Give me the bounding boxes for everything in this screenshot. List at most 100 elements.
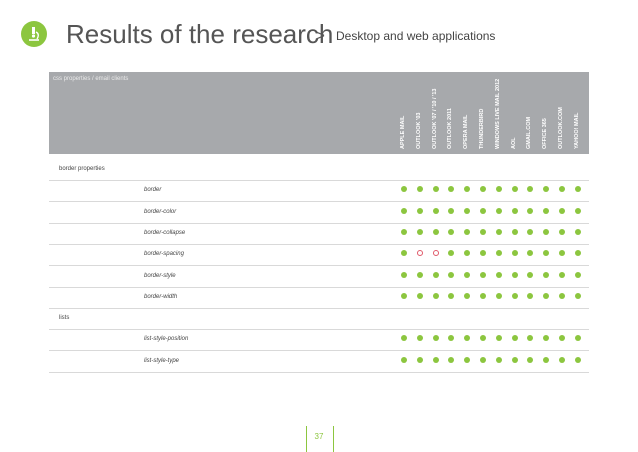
supported-dot xyxy=(574,335,581,342)
column-header: WINDOWS LIVE MAIL 2012 xyxy=(492,72,504,152)
supported-dot xyxy=(511,292,518,299)
property-label: border-width xyxy=(144,293,178,300)
property-label: border-collapse xyxy=(144,229,186,236)
supported-dot xyxy=(511,356,518,363)
supported-dot xyxy=(559,271,565,278)
partial-support-dot xyxy=(416,250,423,257)
supported-dot xyxy=(480,228,486,235)
supported-dot xyxy=(416,186,423,193)
supported-dot xyxy=(448,186,455,193)
group-row: border properties xyxy=(49,158,589,181)
supported-dot xyxy=(416,292,423,299)
supported-dot xyxy=(543,271,550,278)
supported-dot xyxy=(559,250,565,257)
supported-dot xyxy=(464,228,471,235)
table-row: border-collapse xyxy=(49,222,589,245)
supported-dot xyxy=(480,356,486,363)
supported-dot xyxy=(574,207,581,214)
supported-dot xyxy=(574,292,581,299)
group-label: border properties xyxy=(59,166,105,172)
supported-dot xyxy=(480,186,486,193)
supported-dot xyxy=(448,250,455,257)
table-row: border-style xyxy=(49,265,589,288)
column-header: OPERA MAIL xyxy=(460,72,472,152)
supported-dot xyxy=(448,356,455,363)
property-label: border xyxy=(144,187,162,194)
supported-dot xyxy=(401,250,407,257)
supported-dot xyxy=(480,335,486,342)
table-row: border xyxy=(49,179,589,203)
supported-dot xyxy=(401,207,407,214)
supported-dot xyxy=(574,271,581,278)
column-header-label: OUTLOOK.COM xyxy=(558,107,564,149)
supported-dot xyxy=(574,228,581,235)
column-header: OUTLOOK 2011 xyxy=(444,72,456,152)
column-header: OUTLOOK.COM xyxy=(555,72,567,152)
column-header: APPLE MAIL xyxy=(397,72,409,152)
supported-dot xyxy=(559,356,565,363)
supported-dot xyxy=(527,186,534,193)
column-header-label: YAHOO! MAIL xyxy=(573,112,580,149)
supported-dot xyxy=(448,292,455,299)
group-row: lists xyxy=(49,307,589,331)
supported-dot xyxy=(511,186,518,193)
supported-dot xyxy=(416,356,423,363)
column-header: YAHOO! MAIL xyxy=(571,72,583,152)
supported-dot xyxy=(527,356,534,363)
supported-dot xyxy=(495,335,502,342)
property-label: border-color xyxy=(144,208,177,215)
supported-dot xyxy=(464,356,471,363)
supported-dot xyxy=(432,186,439,193)
supported-dot xyxy=(543,292,550,299)
supported-dot xyxy=(401,292,407,299)
supported-dot xyxy=(559,335,565,342)
column-header-label: OFFICE 365 xyxy=(542,118,549,149)
column-header-label: WINDOWS LIVE MAIL 2012 xyxy=(494,78,501,149)
supported-dot xyxy=(464,292,471,299)
supported-dot xyxy=(527,250,534,257)
column-header: OUTLOOK '07 / '10 / '13 xyxy=(429,72,441,152)
supported-dot xyxy=(543,207,550,214)
supported-dot xyxy=(527,207,534,214)
table-row: border-spacing xyxy=(49,243,589,267)
supported-dot xyxy=(401,186,407,193)
property-label: border-style xyxy=(144,272,176,279)
supported-dot xyxy=(527,335,534,342)
supported-dot xyxy=(480,271,486,278)
column-header-label: GMAIL.COM xyxy=(526,116,533,149)
partial-support-dot xyxy=(432,250,439,257)
supported-dot xyxy=(527,271,534,278)
table-caption: css properties / email clients xyxy=(53,76,129,82)
supported-dot xyxy=(448,271,455,278)
supported-dot xyxy=(401,271,407,278)
page-subtitle: Desktop and web applications xyxy=(336,29,496,43)
table-row: border-color xyxy=(49,201,589,224)
supported-dot xyxy=(464,207,471,214)
supported-dot xyxy=(416,271,423,278)
column-header: THUNDERBIRD xyxy=(476,72,488,152)
supported-dot xyxy=(574,186,581,193)
table-header: css properties / email clients APPLE MAI… xyxy=(49,72,589,154)
column-header-label: THUNDERBIRD xyxy=(479,108,485,149)
title-separator: > xyxy=(315,26,325,45)
supported-dot xyxy=(543,250,550,257)
supported-dot xyxy=(448,228,455,235)
property-label: list-style-type xyxy=(144,357,180,364)
supported-dot xyxy=(495,250,502,257)
supported-dot xyxy=(495,228,502,235)
supported-dot xyxy=(574,356,581,363)
supported-dot xyxy=(401,356,407,363)
supported-dot xyxy=(527,228,534,235)
supported-dot xyxy=(495,292,502,299)
supported-dot xyxy=(480,292,486,299)
supported-dot xyxy=(416,228,423,235)
supported-dot xyxy=(543,228,550,235)
supported-dot xyxy=(432,292,439,299)
supported-dot xyxy=(495,186,502,193)
supported-dot xyxy=(527,292,534,299)
supported-dot xyxy=(495,356,502,363)
table-row: list-style-type xyxy=(49,350,589,373)
supported-dot xyxy=(511,335,518,342)
group-label: lists xyxy=(59,315,70,322)
page-number: 37 xyxy=(314,432,324,441)
